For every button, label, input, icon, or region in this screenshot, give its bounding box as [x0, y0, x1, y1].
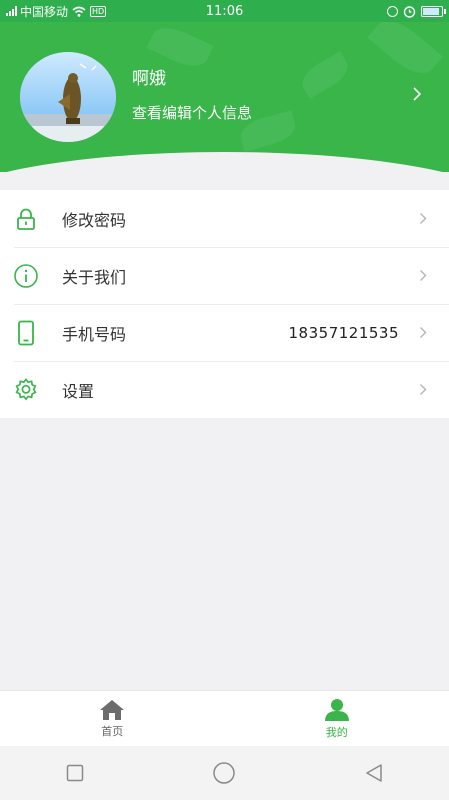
- tab-label: 我的: [325, 725, 348, 739]
- status-right: [387, 5, 446, 18]
- back-triangle-icon: [366, 764, 382, 782]
- lock-icon: [13, 206, 39, 232]
- status-time: 11:06: [205, 3, 244, 19]
- tab-bar: 首页 我的: [0, 690, 449, 746]
- avatar-image: [20, 52, 116, 142]
- alarm-icon: [403, 5, 416, 18]
- battery-icon: [421, 5, 446, 17]
- recent-apps-button[interactable]: [55, 753, 95, 793]
- home-icon: [100, 699, 125, 720]
- menu-list: 修改密码 关于我们 手机号码 18357121535 设置: [0, 190, 449, 418]
- menu-item-phone-number[interactable]: 手机号码 18357121535: [0, 304, 449, 361]
- chevron-right-icon[interactable]: [412, 86, 422, 102]
- menu-item-about-us[interactable]: 关于我们: [0, 247, 449, 304]
- back-button[interactable]: [354, 753, 394, 793]
- system-nav-bar: [0, 746, 449, 800]
- chevron-right-icon: [420, 384, 427, 395]
- tab-profile[interactable]: 我的: [225, 691, 449, 746]
- rotation-lock-icon: [387, 5, 398, 17]
- edit-profile-link[interactable]: 查看编辑个人信息: [132, 102, 252, 123]
- header-curve: [0, 152, 449, 172]
- menu-item-settings[interactable]: 设置: [0, 361, 449, 418]
- chevron-right-icon: [420, 327, 427, 338]
- profile-header[interactable]: 啊娥 查看编辑个人信息: [0, 22, 449, 172]
- home-button[interactable]: [204, 753, 244, 793]
- phone-icon: [13, 320, 39, 346]
- chevron-right-icon: [420, 270, 427, 281]
- profile-name: 啊娥: [132, 69, 166, 89]
- user-icon: [324, 698, 349, 721]
- menu-item-change-password[interactable]: 修改密码: [0, 190, 449, 247]
- menu-label: 手机号码: [62, 324, 127, 344]
- phone-number-value: 18357121535: [288, 323, 399, 342]
- circle-icon: [213, 762, 236, 784]
- avatar[interactable]: [20, 52, 116, 142]
- info-icon: [13, 263, 39, 289]
- menu-label: 修改密码: [62, 210, 127, 230]
- gear-icon: [13, 377, 39, 403]
- tab-label: 首页: [101, 724, 124, 738]
- tab-home[interactable]: 首页: [0, 691, 225, 746]
- screen: 中国移动 HD 11:06 啊娥 查看编辑个人信息 修改密码 关于我们 手机号码…: [0, 0, 449, 800]
- menu-label: 关于我们: [62, 267, 127, 287]
- status-bar: 中国移动 HD 11:06: [0, 0, 449, 22]
- chevron-right-icon: [420, 213, 427, 224]
- square-icon: [66, 764, 84, 782]
- menu-label: 设置: [62, 381, 95, 401]
